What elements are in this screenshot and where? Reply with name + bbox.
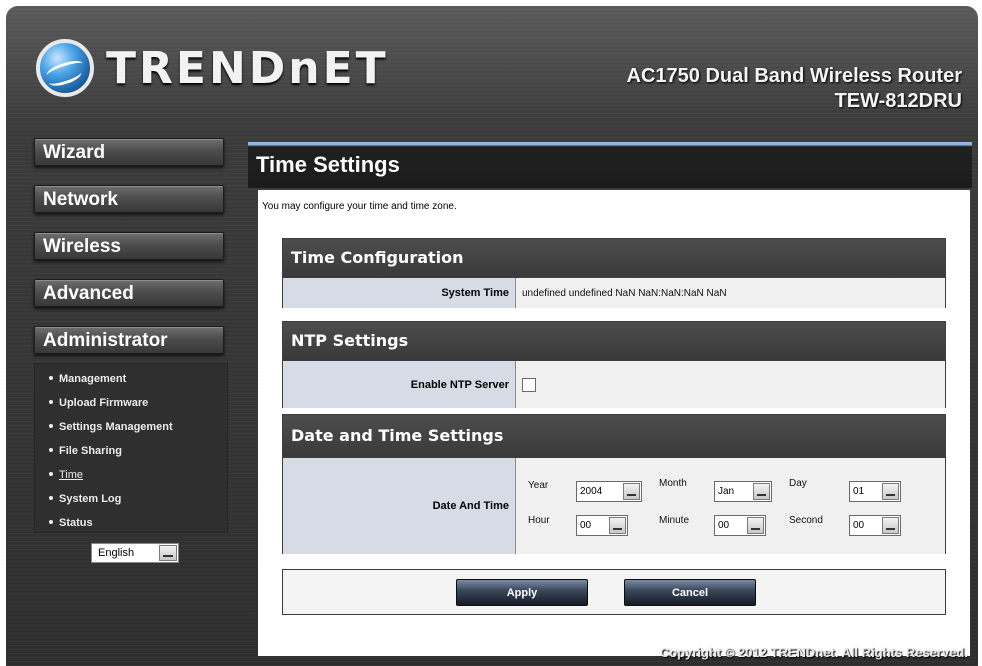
nav-advanced-button[interactable]: Advanced — [34, 279, 224, 307]
nav-network-button[interactable]: Network — [34, 185, 224, 213]
nav-wizard-button[interactable]: Wizard — [34, 138, 224, 166]
product-line-model-desc: AC1750 Dual Band Wireless Router — [626, 65, 962, 87]
bullet-icon — [49, 424, 53, 429]
date-and-time-fields: Year 2004 Month Jan Day 01 Hour 00 Minut… — [515, 458, 945, 554]
bullet-icon — [49, 376, 53, 381]
month-label: Month — [659, 478, 687, 489]
dropdown-arrow-icon[interactable] — [747, 517, 764, 534]
date-and-time-row: Date And Time Year 2004 Month Jan Day 01… — [283, 457, 945, 554]
date-and-time-label: Date And Time — [283, 458, 515, 554]
bullet-icon — [49, 448, 53, 453]
system-time-label: System Time — [283, 278, 515, 308]
second-label: Second — [789, 515, 823, 526]
cancel-button[interactable]: Cancel — [624, 579, 756, 606]
month-value: Jan — [718, 486, 735, 497]
router-frame: TRENDnET AC1750 Dual Band Wireless Route… — [6, 6, 978, 666]
ntp-settings-section: NTP Settings Enable NTP Server — [282, 321, 946, 408]
month-select[interactable]: Jan — [714, 481, 772, 502]
copyright-text: Copyright © 2012 TRENDnet. All Rights Re… — [659, 645, 968, 660]
submenu-item-system-log[interactable]: System Log — [49, 492, 227, 516]
section-heading: Date and Time Settings — [283, 415, 945, 457]
enable-ntp-label: Enable NTP Server — [283, 361, 515, 408]
administrator-submenu: Management Upload Firmware Settings Mana… — [34, 363, 228, 533]
product-line-model-number: TEW-812DRU — [834, 90, 962, 112]
dropdown-arrow-icon[interactable] — [882, 483, 899, 500]
bullet-icon — [49, 520, 53, 525]
time-configuration-section: Time Configuration System Time undefined… — [282, 238, 946, 308]
dropdown-arrow-icon[interactable] — [753, 483, 770, 500]
nav-wireless-button[interactable]: Wireless — [34, 232, 224, 260]
dropdown-arrow-icon[interactable] — [882, 517, 899, 534]
page-intro: You may configure your time and time zon… — [262, 201, 457, 212]
system-time-row: System Time undefined undefined NaN NaN:… — [283, 277, 945, 308]
dropdown-arrow-icon[interactable] — [159, 545, 177, 561]
dropdown-arrow-icon[interactable] — [609, 517, 626, 534]
minute-select[interactable]: 00 — [714, 515, 766, 536]
submenu-item-upload-firmware[interactable]: Upload Firmware — [49, 396, 227, 420]
action-buttons-row: Apply Cancel — [282, 569, 946, 615]
logo-text: TRENDnET — [106, 42, 389, 94]
system-time-value: undefined undefined NaN NaN:NaN:NaN NaN — [515, 278, 945, 308]
section-heading: Time Configuration — [283, 239, 945, 277]
page-title: Time Settings — [256, 152, 400, 177]
language-select[interactable]: English — [91, 543, 179, 563]
year-value: 2004 — [580, 486, 603, 497]
language-value: English — [98, 547, 135, 559]
apply-button[interactable]: Apply — [456, 579, 588, 606]
product-name: AC1750 Dual Band Wireless Router TEW-812… — [627, 64, 962, 114]
bullet-icon — [49, 496, 53, 501]
nav-administrator-button[interactable]: Administrator — [34, 326, 224, 354]
dropdown-arrow-icon[interactable] — [623, 483, 640, 500]
hour-value: 00 — [580, 520, 592, 531]
day-value: 01 — [853, 486, 865, 497]
enable-ntp-cell — [515, 361, 945, 408]
submenu-item-time[interactable]: Time — [49, 468, 227, 492]
minute-value: 00 — [718, 520, 730, 531]
submenu-item-management[interactable]: Management — [49, 372, 227, 396]
date-time-grid: Year 2004 Month Jan Day 01 Hour 00 Minut… — [516, 458, 945, 554]
enable-ntp-row: Enable NTP Server — [283, 360, 945, 408]
day-select[interactable]: 01 — [849, 481, 901, 502]
section-heading: NTP Settings — [283, 322, 945, 360]
second-value: 00 — [853, 520, 865, 531]
day-label: Day — [789, 478, 807, 489]
enable-ntp-checkbox[interactable] — [522, 377, 536, 392]
submenu-item-settings-management[interactable]: Settings Management — [49, 420, 227, 444]
year-label: Year — [528, 480, 549, 491]
year-select[interactable]: 2004 — [576, 481, 642, 502]
globe-icon — [36, 39, 94, 97]
hour-select[interactable]: 00 — [576, 515, 628, 536]
bullet-icon — [49, 472, 53, 477]
bullet-icon — [49, 400, 53, 405]
date-time-settings-section: Date and Time Settings Date And Time Yea… — [282, 414, 946, 554]
trendnet-logo: TRENDnET — [36, 38, 389, 98]
second-select[interactable]: 00 — [849, 515, 901, 536]
submenu-item-file-sharing[interactable]: File Sharing — [49, 444, 227, 468]
hour-label: Hour — [528, 515, 550, 526]
minute-label: Minute — [659, 515, 690, 526]
submenu-item-status[interactable]: Status — [49, 516, 227, 540]
